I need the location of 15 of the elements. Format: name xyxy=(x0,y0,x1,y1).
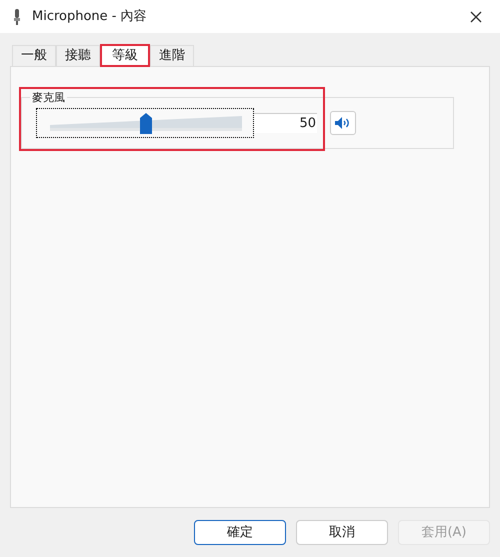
group-title: 麥克風 xyxy=(30,92,67,104)
tab[interactable]: 一般 xyxy=(12,45,56,66)
volume-slider[interactable] xyxy=(36,108,254,138)
dialog-button[interactable]: 取消 xyxy=(296,520,388,545)
close-icon[interactable] xyxy=(470,10,482,22)
window-title: Microphone - 內容 xyxy=(32,8,147,26)
tab[interactable]: 等級 xyxy=(100,44,150,67)
microphone-icon xyxy=(12,8,22,24)
slider-thumb[interactable] xyxy=(140,113,152,134)
tab[interactable]: 接聽 xyxy=(56,45,100,66)
tab[interactable]: 進階 xyxy=(150,45,194,66)
speaker-icon xyxy=(335,117,351,129)
speaker-button[interactable] xyxy=(330,111,356,135)
level-field[interactable]: 50 xyxy=(254,113,317,133)
dialog-button[interactable]: 確定 xyxy=(194,520,286,545)
